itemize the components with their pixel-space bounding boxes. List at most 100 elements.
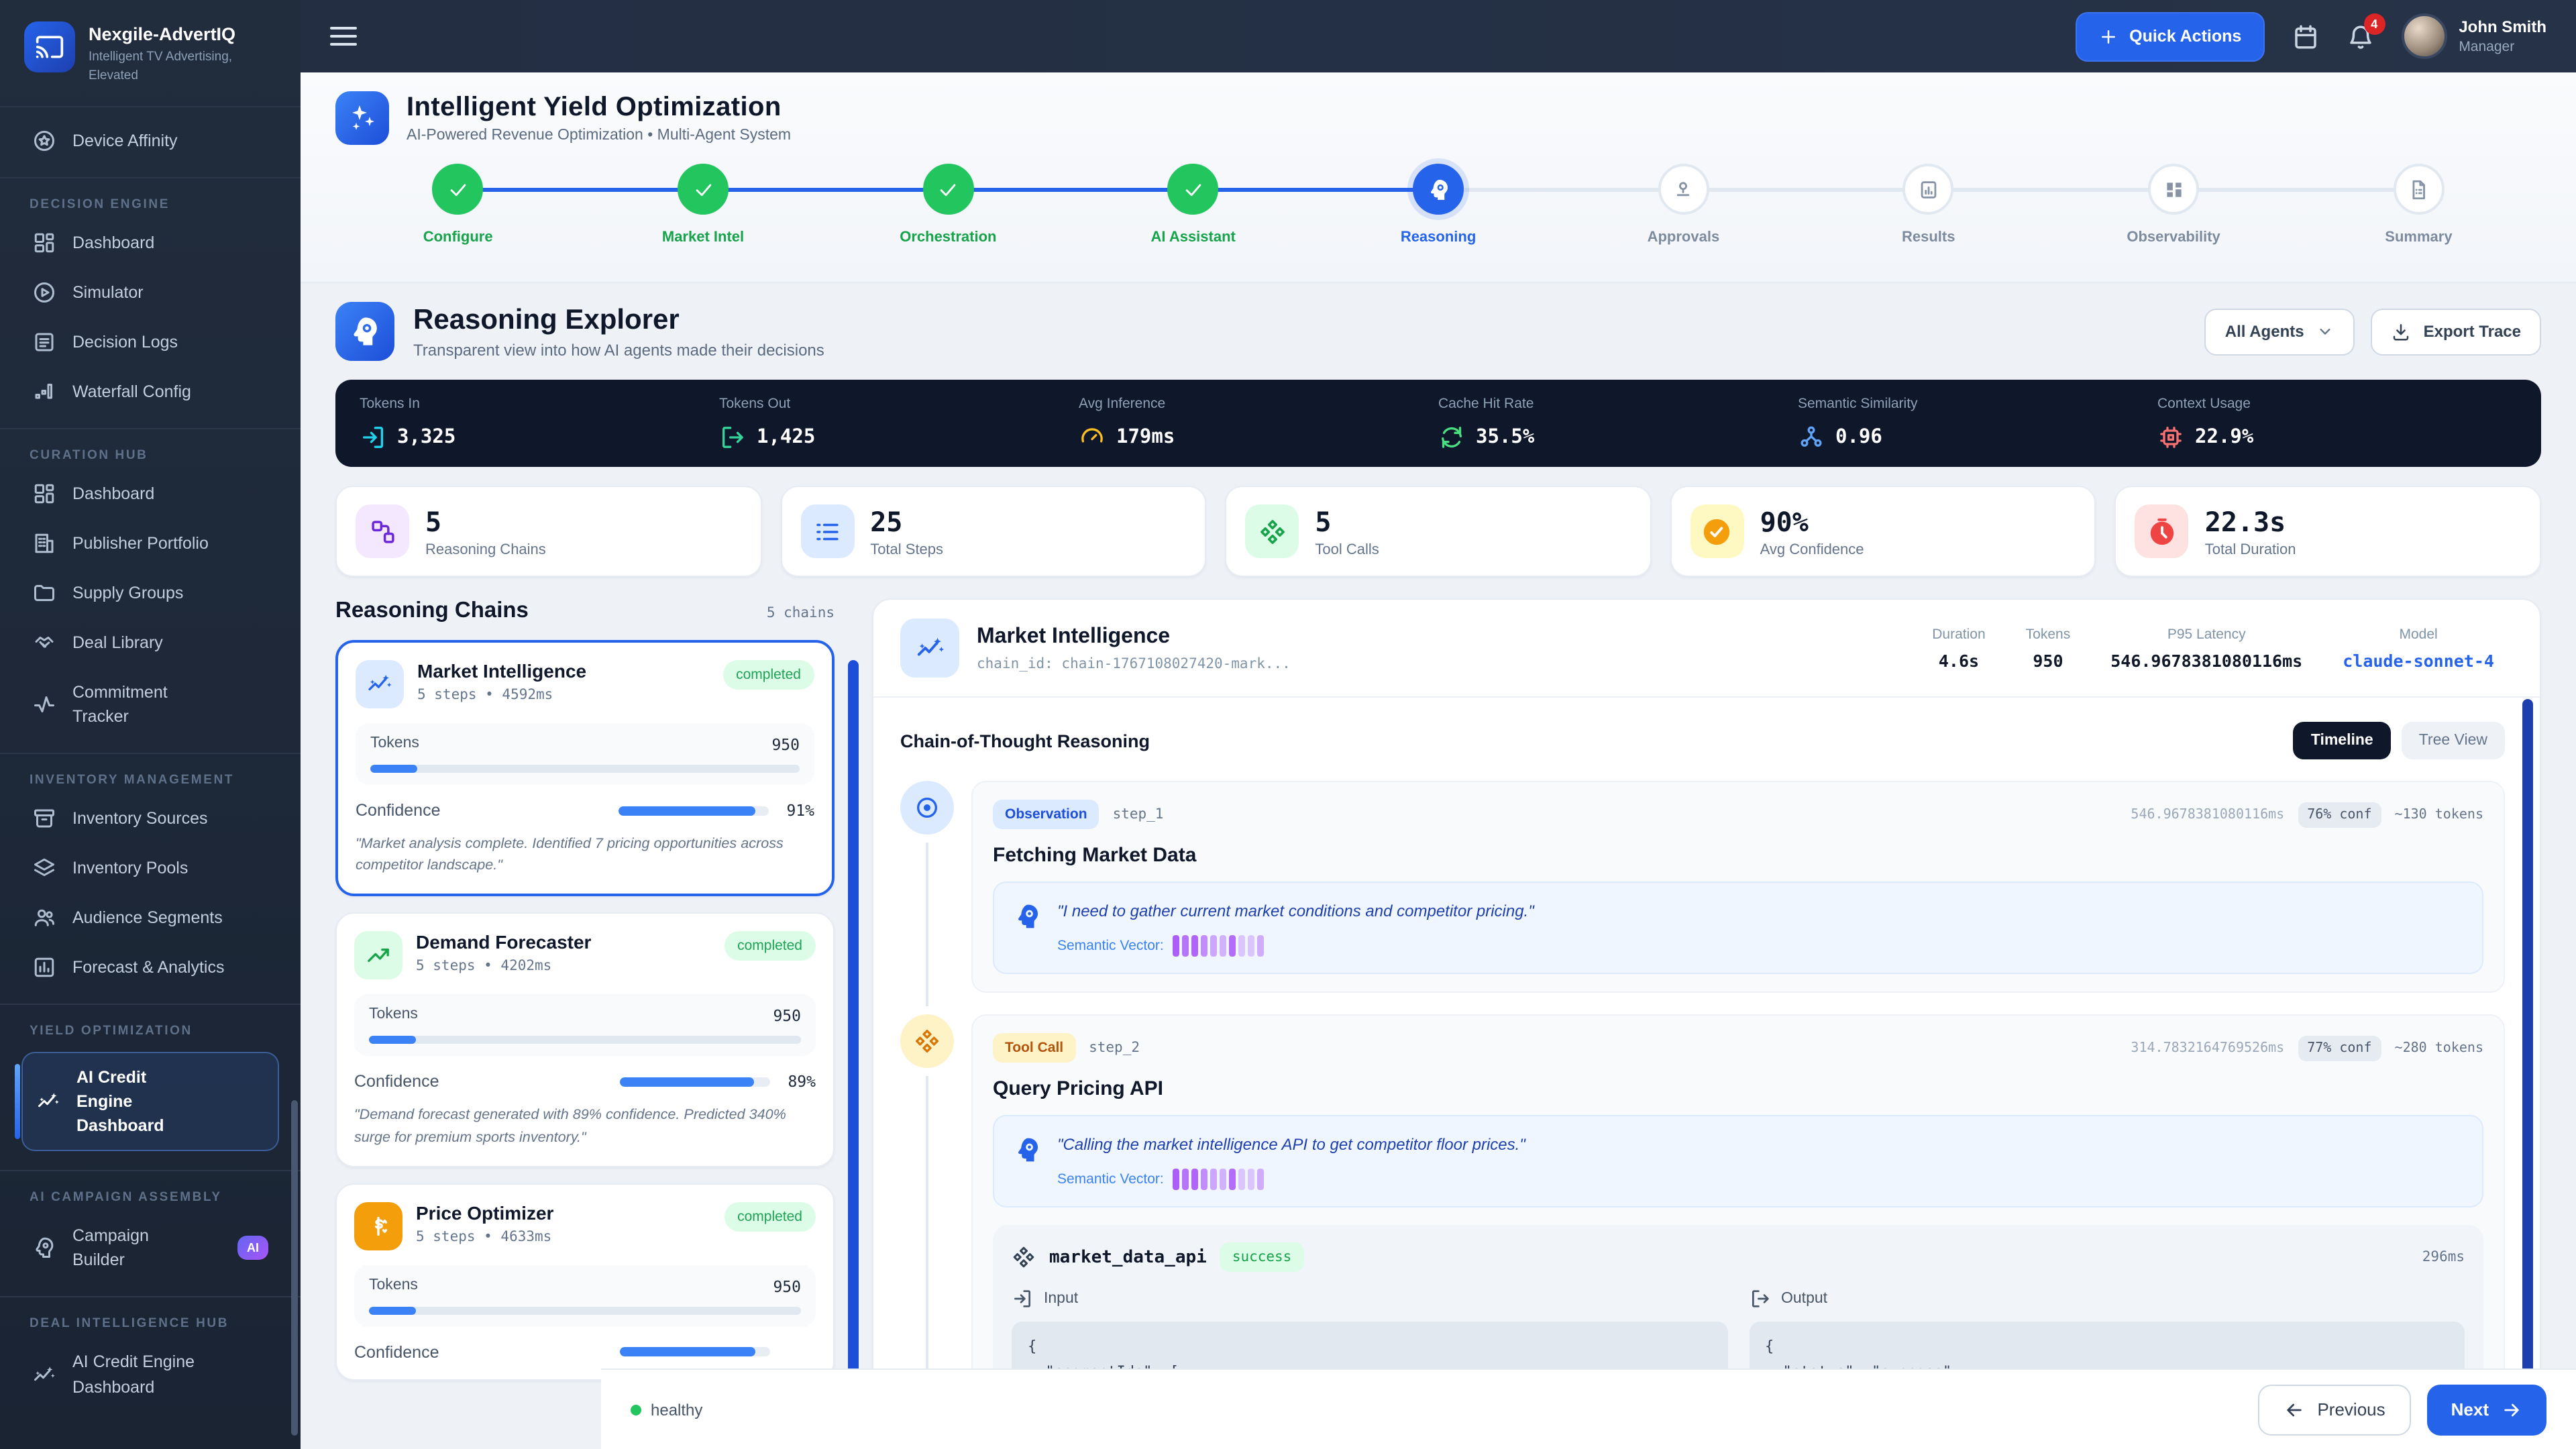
step-type-badge: Tool Call [993, 1033, 1075, 1063]
next-button[interactable]: Next [2427, 1384, 2546, 1435]
export-trace-button[interactable]: Export Trace [2371, 308, 2541, 355]
chain-card-market-intelligence[interactable]: Market Intelligence 5 steps • 4592ms com… [335, 640, 835, 897]
sidebar-item-supply-groups[interactable]: Supply Groups [19, 568, 282, 616]
sidebar-item-inventory-sources[interactable]: Inventory Sources [19, 794, 282, 843]
dashboard-icon [32, 230, 56, 254]
metric-tokens-out: Tokens Out 1,425 [719, 396, 1079, 451]
health-dot-icon [631, 1404, 641, 1415]
timeline-view-button[interactable]: Timeline [2294, 722, 2391, 759]
menu-toggle-icon[interactable] [330, 22, 357, 51]
tokens-progress: Tokens950 [356, 723, 814, 785]
step-confidence: 77% conf [2298, 1035, 2381, 1061]
detail-chain-id: chain_id: chain-1767108027420-mark... [977, 655, 1291, 672]
list-icon [800, 504, 854, 558]
detail-model: Modelclaude-sonnet-4 [2343, 626, 2494, 670]
brand[interactable]: Nexgile-AdvertIQ Intelligent TV Advertis… [0, 0, 301, 107]
step-observability[interactable]: Observability [2051, 164, 2296, 268]
step-summary[interactable]: Summary [2296, 164, 2541, 268]
step-card[interactable]: Observation step_1 546.9678381080116ms 7… [971, 781, 2505, 993]
chain-card-demand-forecaster[interactable]: Demand Forecaster 5 steps • 4202ms compl… [335, 913, 835, 1167]
step-approvals[interactable]: Approvals [1561, 164, 1806, 268]
step-card[interactable]: Tool Call step_2 314.7832164769526ms 77%… [971, 1014, 2505, 1430]
stat-total-steps: 25Total Steps [780, 486, 1206, 577]
quick-actions-button[interactable]: Quick Actions [2076, 11, 2264, 61]
sparkle-trend-icon [32, 1362, 56, 1387]
activity-icon [32, 692, 56, 716]
tool-component-icon [1012, 1245, 1036, 1269]
dollar-icon [354, 1202, 402, 1250]
sidebar-item-commitment-tracker[interactable]: Commitment Tracker [19, 667, 282, 741]
page-content: Intelligent Yield Optimization AI-Powere… [301, 72, 2576, 1449]
step-market-intel[interactable]: Market Intel [580, 164, 825, 268]
notifications-bell-icon[interactable]: 4 [2346, 22, 2374, 50]
status-badge: completed [724, 932, 816, 961]
tool-call-icon [900, 1014, 954, 1068]
layers-icon [32, 856, 56, 880]
sidebar-item-forecast-analytics[interactable]: Forecast & Analytics [19, 943, 282, 991]
step-latency: 546.9678381080116ms [2131, 807, 2284, 822]
step-results[interactable]: Results [1806, 164, 2051, 268]
sidebar-item-decision-logs[interactable]: Decision Logs [19, 317, 282, 366]
sidebar-item-deal-ai-credit-engine-dashboard[interactable]: AI Credit Engine Dashboard [19, 1338, 282, 1411]
logs-icon [32, 329, 56, 354]
sidebar-item-audience-segments[interactable]: Audience Segments [19, 894, 282, 942]
detail-duration: Duration4.6s [1932, 626, 1985, 670]
sidebar-item-device-affinity[interactable]: Device Affinity [19, 116, 282, 164]
brand-cast-icon [24, 21, 75, 72]
step-orchestration[interactable]: Orchestration [826, 164, 1071, 268]
explorer-header: Reasoning Explorer Transparent view into… [335, 302, 2541, 361]
tree-view-button[interactable]: Tree View [2402, 722, 2505, 759]
chains-scrollbar[interactable] [848, 660, 859, 1430]
thought-box: "Calling the market intelligence API to … [993, 1115, 2483, 1208]
tool-latency: 296ms [2422, 1249, 2465, 1265]
system-health-status: healthy [631, 1400, 702, 1419]
step-tokens: ~280 tokens [2395, 1040, 2483, 1055]
step-latency: 314.7832164769526ms [2131, 1040, 2284, 1055]
sparkle-trend-icon [36, 1089, 60, 1114]
thought-box: "I need to gather current market conditi… [993, 881, 2483, 974]
sidebar-item-inventory-pools[interactable]: Inventory Pools [19, 844, 282, 892]
metric-avg-inference: Avg Inference 179ms [1079, 396, 1438, 451]
dashboard-icon [32, 481, 56, 505]
sidebar-item-simulator[interactable]: Simulator [19, 268, 282, 316]
explorer-title: Reasoning Explorer [413, 304, 824, 336]
step-configure[interactable]: Configure [335, 164, 580, 268]
agents-filter-select[interactable]: All Agents [2205, 308, 2355, 355]
section-deal-intelligence-hub: DEAL INTELLIGENCE HUB [16, 1306, 284, 1337]
sidebar-item-waterfall-config[interactable]: Waterfall Config [19, 367, 282, 415]
sidebar-item-campaign-builder[interactable]: Campaign BuilderAI [19, 1212, 282, 1285]
calendar-icon[interactable] [2291, 22, 2319, 50]
sidebar-item-dashboard[interactable]: Dashboard [19, 218, 282, 266]
reasoning-timeline: Observation step_1 546.9678381080116ms 7… [900, 781, 2505, 1449]
output-icon [1749, 1288, 1770, 1309]
detail-tokens: Tokens950 [2026, 626, 2071, 670]
stat-avg-confidence: 90%Avg Confidence [1670, 486, 2096, 577]
sidebar-item-curation-dashboard[interactable]: Dashboard [19, 469, 282, 517]
semantic-vector-label: Semantic Vector: [1057, 1171, 1164, 1187]
step-reasoning[interactable]: Reasoning [1316, 164, 1560, 268]
confidence-row: Confidence 91% [356, 801, 814, 820]
sidebar-item-deal-library[interactable]: Deal Library [19, 618, 282, 666]
reasoning-chains-panel: Reasoning Chains 5 chains Market Intelli… [335, 598, 835, 1430]
main-area: Quick Actions 4 John Smith Manager [301, 0, 2576, 1449]
page-header: Intelligent Yield Optimization AI-Powere… [301, 72, 2576, 283]
detail-header: Market Intelligence chain_id: chain-1767… [873, 600, 2540, 698]
confidence-row: Confidence [354, 1343, 816, 1362]
detail-p95-latency: P95 Latency546.9678381080116ms [2110, 626, 2302, 670]
status-badge: completed [724, 1202, 816, 1232]
detail-scrollbar[interactable] [2522, 699, 2533, 1445]
step-ai-assistant[interactable]: AI Assistant [1071, 164, 1316, 268]
semantic-vector-bars [1173, 1169, 1265, 1190]
sidebar-item-ai-credit-engine-dashboard[interactable]: AI Credit Engine Dashboard [21, 1052, 279, 1152]
previous-button[interactable]: Previous [2258, 1384, 2410, 1435]
user-menu[interactable]: John Smith Manager [2401, 13, 2546, 59]
metric-semantic-similarity: Semantic Similarity 0.96 [1798, 396, 2157, 451]
sidebar-item-publisher-portfolio[interactable]: Publisher Portfolio [19, 519, 282, 567]
file-icon [2407, 178, 2430, 201]
thought-quote: "Calling the market intelligence API to … [1057, 1132, 1525, 1157]
section-decision-engine: DECISION ENGINE [16, 186, 284, 217]
trending-up-icon [354, 932, 402, 980]
chain-card-price-optimizer[interactable]: Price Optimizer 5 steps • 4633ms complet… [335, 1183, 835, 1381]
check-icon [1182, 178, 1205, 201]
sidebar-scrollbar[interactable] [291, 1100, 298, 1436]
